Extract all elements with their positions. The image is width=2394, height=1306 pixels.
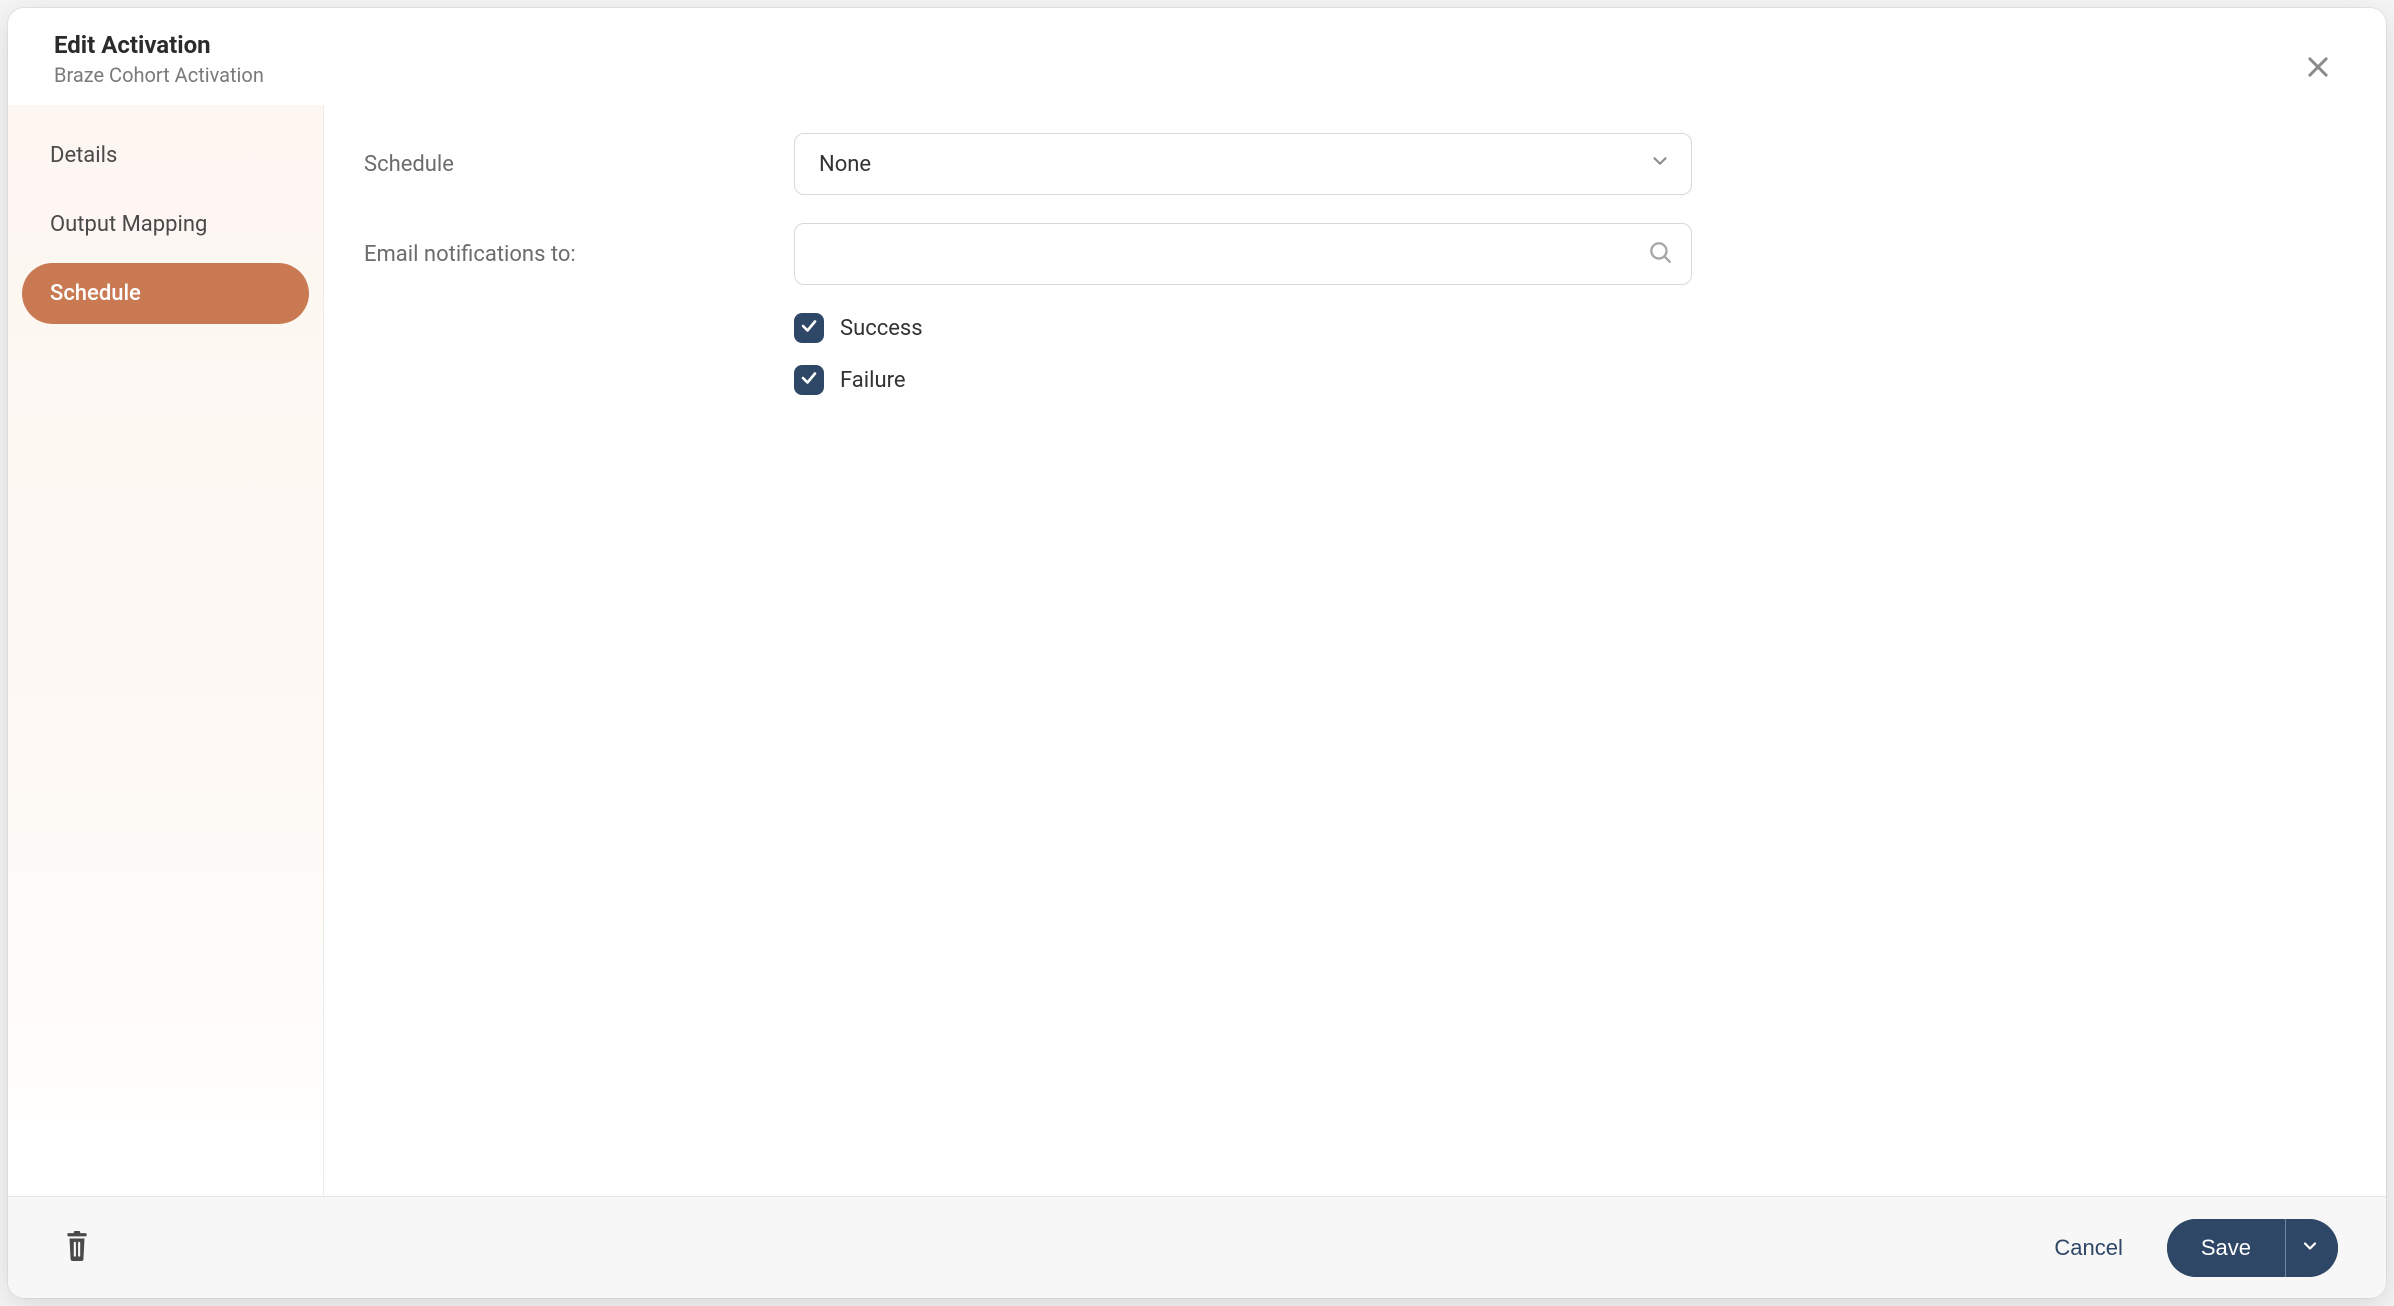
email-notifications-input[interactable] (795, 224, 1691, 284)
sidebar-item-label: Details (50, 143, 117, 168)
close-icon (2304, 53, 2332, 84)
schedule-select-value: None (819, 152, 871, 177)
email-row: Email notifications to: (364, 223, 2326, 285)
chevron-down-icon (1649, 150, 1671, 178)
sidebar-item-details[interactable]: Details (22, 125, 309, 186)
save-dropdown-button[interactable] (2286, 1219, 2338, 1277)
delete-button[interactable] (56, 1223, 98, 1272)
cancel-button[interactable]: Cancel (2026, 1223, 2150, 1273)
notification-checkbox-group: Success Failure (794, 313, 2326, 395)
schedule-label: Schedule (364, 152, 794, 177)
email-label: Email notifications to: (364, 242, 794, 267)
modal-title: Edit Activation (54, 30, 2340, 61)
sidebar-item-output-mapping[interactable]: Output Mapping (22, 194, 309, 255)
success-checkbox-label: Success (840, 316, 923, 341)
modal-subtitle: Braze Cohort Activation (54, 63, 2340, 87)
modal-footer: Cancel Save (8, 1196, 2386, 1298)
failure-checkbox-label: Failure (840, 368, 906, 393)
success-checkbox-row[interactable]: Success (794, 313, 2326, 343)
close-button[interactable] (2298, 48, 2338, 88)
success-checkbox (794, 313, 824, 343)
failure-checkbox-row[interactable]: Failure (794, 365, 2326, 395)
email-control-wrap (794, 223, 1692, 285)
modal-header: Edit Activation Braze Cohort Activation (8, 8, 2386, 105)
schedule-row: Schedule None (364, 133, 2326, 195)
sidebar-item-label: Output Mapping (50, 212, 207, 237)
modal-body: Details Output Mapping Schedule Schedule… (8, 105, 2386, 1196)
check-icon (800, 317, 818, 339)
email-input-wrap (794, 223, 1692, 285)
chevron-down-icon (2300, 1236, 2320, 1259)
check-icon (800, 369, 818, 391)
search-icon (1647, 239, 1673, 269)
sidebar-item-schedule[interactable]: Schedule (22, 263, 309, 324)
save-button-group: Save (2167, 1219, 2338, 1277)
schedule-select[interactable]: None (794, 133, 1692, 195)
edit-activation-modal: Edit Activation Braze Cohort Activation … (8, 8, 2386, 1298)
failure-checkbox (794, 365, 824, 395)
sidebar-item-label: Schedule (50, 281, 141, 306)
trash-icon (64, 1231, 90, 1264)
schedule-control-wrap: None (794, 133, 1692, 195)
save-button[interactable]: Save (2167, 1219, 2285, 1277)
main-content: Schedule None Email notifications to: (324, 105, 2386, 1196)
sidebar: Details Output Mapping Schedule (8, 105, 324, 1196)
